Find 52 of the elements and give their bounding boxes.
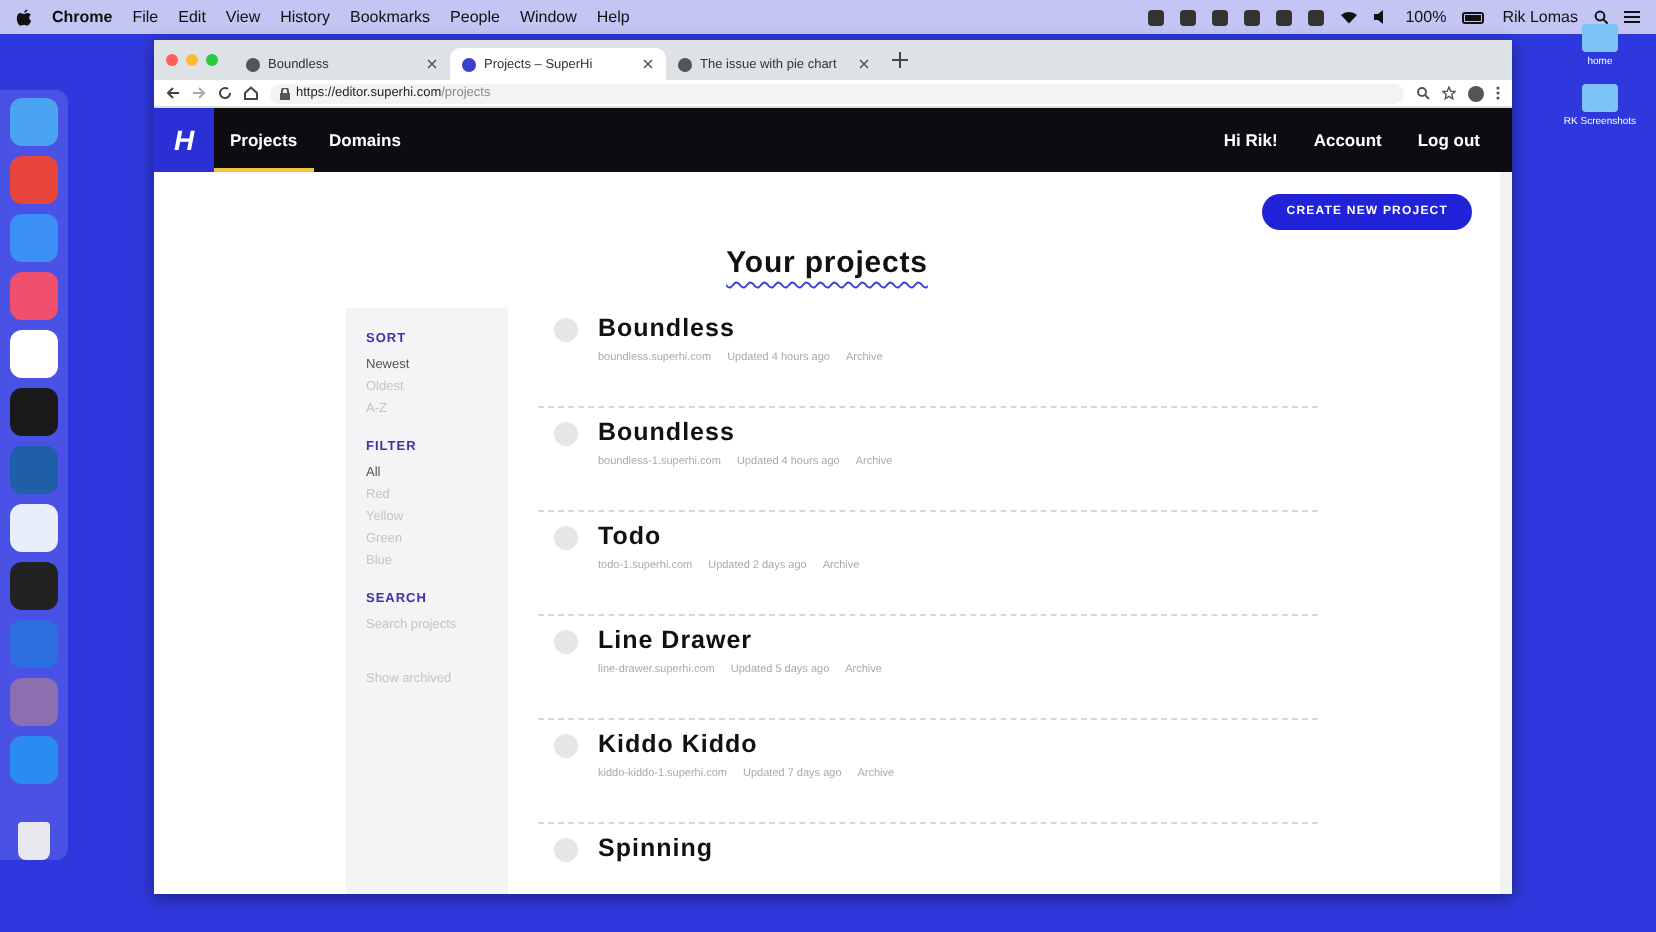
user-name[interactable]: Rik Lomas (1502, 8, 1578, 26)
project-name[interactable]: Boundless (598, 418, 893, 446)
menu-item[interactable]: Bookmarks (350, 8, 431, 26)
close-tab-icon[interactable] (642, 58, 654, 70)
project-color-dot[interactable] (554, 422, 578, 446)
project-name[interactable]: Kiddo Kiddo (598, 730, 895, 758)
menu-app-name[interactable]: Chrome (52, 8, 113, 26)
app-icon[interactable] (10, 388, 58, 436)
menu-icon[interactable] (1624, 10, 1640, 24)
menu-item[interactable]: Help (596, 8, 630, 26)
close-tab-icon[interactable] (858, 58, 870, 70)
app-icon[interactable] (10, 562, 58, 610)
logo[interactable]: H (154, 108, 214, 172)
zoom-icon[interactable] (1416, 86, 1430, 100)
menu-item[interactable]: Edit (178, 8, 206, 26)
new-tab-icon[interactable] (890, 50, 910, 70)
star-icon[interactable] (1442, 86, 1456, 100)
nav-link[interactable]: Log out (1417, 130, 1480, 150)
close-tab-icon[interactable] (426, 58, 438, 70)
reload-icon[interactable] (218, 86, 232, 100)
home-icon[interactable] (244, 86, 258, 100)
nav-link[interactable]: Domains (313, 108, 417, 172)
trash-icon[interactable] (18, 822, 50, 860)
back-arrow-icon[interactable] (166, 86, 180, 100)
project-color-dot[interactable] (554, 526, 578, 550)
project-name[interactable]: Line Drawer (598, 626, 882, 654)
battery-icon[interactable] (1462, 11, 1487, 23)
nav-link[interactable]: Projects (214, 108, 314, 172)
search-icon[interactable] (1594, 10, 1608, 24)
menu-item[interactable]: View (225, 8, 261, 26)
wifi-icon[interactable] (1339, 10, 1358, 24)
avatar-icon[interactable] (1468, 85, 1484, 101)
lock-icon (280, 87, 290, 99)
project-color-dot[interactable] (554, 838, 578, 862)
project-color-dot[interactable] (554, 630, 578, 654)
menu-item[interactable]: History (280, 8, 331, 26)
project-name[interactable]: Boundless (598, 314, 883, 342)
apple-logo-icon[interactable] (16, 8, 32, 26)
nav-link[interactable]: Hi Rik! (1223, 130, 1278, 150)
nav-link[interactable]: Account (1313, 130, 1382, 150)
app-icon[interactable] (10, 504, 58, 552)
project-color-dot[interactable] (554, 734, 578, 758)
project-name[interactable]: Todo (598, 522, 860, 550)
battery-percent: 100% (1405, 8, 1447, 26)
menu-item[interactable]: Window (519, 8, 577, 26)
folder-icon[interactable] (1581, 84, 1618, 112)
app-icon[interactable] (10, 330, 58, 378)
project-color-dot[interactable] (554, 318, 578, 342)
menu-item[interactable]: File (132, 8, 159, 26)
page-title: Your projects (726, 246, 928, 280)
project-name[interactable]: Spinning (598, 834, 713, 862)
menu-item[interactable]: People (450, 8, 500, 26)
